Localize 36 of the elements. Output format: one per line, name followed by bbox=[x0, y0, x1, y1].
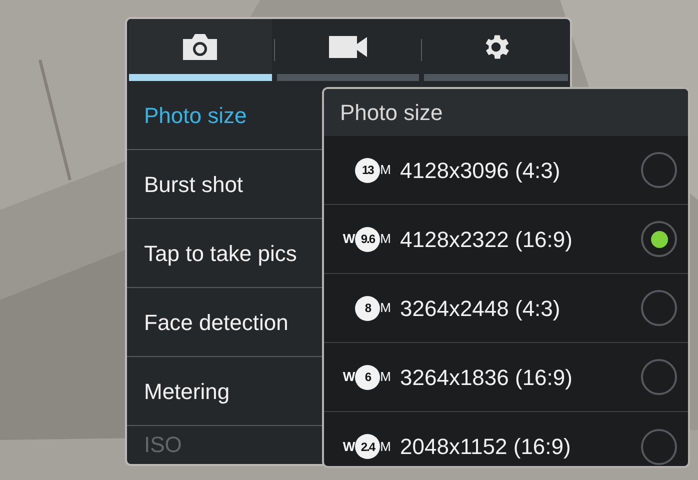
size-label: 4128x2322 (16:9) bbox=[400, 226, 574, 254]
size-option[interactable]: 8 M 3264x2448 (4:3) bbox=[324, 274, 688, 343]
size-label: 3264x1836 (16:9) bbox=[400, 364, 574, 392]
menu-item[interactable]: Metering bbox=[127, 374, 230, 408]
wide-mark: W bbox=[342, 438, 356, 456]
video-camera-icon bbox=[328, 34, 368, 60]
megapixel-unit: M bbox=[380, 438, 391, 456]
radio-button[interactable] bbox=[641, 290, 677, 326]
menu-item[interactable]: Tap to take pics bbox=[127, 236, 297, 270]
megapixel-unit: M bbox=[380, 368, 391, 386]
camera-icon bbox=[181, 32, 220, 62]
size-option[interactable]: W 6 M 3264x1836 (16:9) bbox=[324, 343, 688, 412]
size-option[interactable]: W 9.6 M 4128x2322 (16:9) bbox=[324, 205, 688, 274]
megapixel-badge: 9.6 bbox=[355, 226, 380, 252]
megapixel-unit: M bbox=[380, 299, 391, 318]
size-label: 3264x2448 (4:3) bbox=[400, 294, 562, 322]
size-label: 4128x3096 (4:3) bbox=[400, 156, 562, 184]
size-option[interactable]: W 2.4 M 2048x1152 (16:9) bbox=[324, 412, 688, 466]
megapixel-badge: 6 bbox=[355, 364, 380, 390]
megapixel-unit: M bbox=[380, 161, 391, 180]
megapixel-badge: 13 bbox=[355, 158, 380, 182]
popup-title: Photo size bbox=[339, 99, 443, 127]
radio-button[interactable] bbox=[641, 359, 677, 395]
menu-item[interactable]: Burst shot bbox=[127, 168, 244, 200]
menu-item[interactable]: Photo size bbox=[127, 98, 247, 132]
menu-item[interactable]: Face detection bbox=[127, 306, 288, 338]
size-label: 2048x1152 (16:9) bbox=[400, 433, 572, 461]
wide-mark: W bbox=[342, 230, 356, 248]
radio-button[interactable] bbox=[641, 152, 677, 188]
megapixel-badge: 8 bbox=[355, 296, 380, 320]
radio-button[interactable] bbox=[641, 221, 677, 257]
size-option[interactable]: 13 M 4128x3096 (4:3) bbox=[324, 136, 688, 205]
radio-button[interactable] bbox=[641, 428, 677, 464]
megapixel-badge: 2.4 bbox=[355, 434, 380, 459]
wide-mark: W bbox=[342, 368, 356, 386]
megapixel-unit: M bbox=[380, 230, 391, 248]
